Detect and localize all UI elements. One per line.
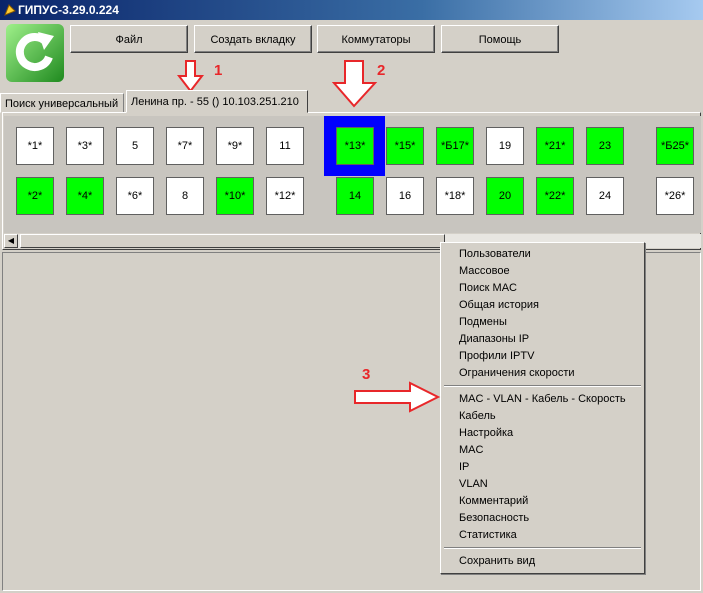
annotation-label-3: 3 [362, 366, 371, 383]
port-2[interactable]: *2* [16, 177, 54, 215]
menu-separator [444, 385, 641, 387]
port-б25[interactable]: *Б25* [656, 127, 694, 165]
menu-item[interactable]: MAC [459, 442, 483, 459]
menu-item[interactable]: Сохранить вид [459, 553, 535, 570]
menu-item[interactable]: Статистика [459, 527, 517, 544]
new-tab-button[interactable]: Создать вкладку [194, 25, 312, 53]
menu-item[interactable]: Пользователи [459, 246, 531, 263]
refresh-icon[interactable] [6, 24, 64, 82]
port-24[interactable]: 24 [586, 177, 624, 215]
help-button[interactable]: Помощь [441, 25, 559, 53]
port-12[interactable]: *12* [266, 177, 304, 215]
tab-switch[interactable]: Ленина пр. - 55 () 10.103.251.210 [126, 90, 308, 113]
file-button[interactable]: Файл [70, 25, 188, 53]
port-16[interactable]: 16 [386, 177, 424, 215]
port-15[interactable]: *15* [386, 127, 424, 165]
port-3[interactable]: *3* [66, 127, 104, 165]
port-1[interactable]: *1* [16, 127, 54, 165]
port-7[interactable]: *7* [166, 127, 204, 165]
port-8[interactable]: 8 [166, 177, 204, 215]
port-23[interactable]: 23 [586, 127, 624, 165]
tab-universal-search[interactable]: Поиск универсальный [0, 93, 124, 113]
port-5[interactable]: 5 [116, 127, 154, 165]
annotation-label-2: 2 [377, 62, 386, 79]
port-21[interactable]: *21* [536, 127, 574, 165]
scroll-left-icon[interactable]: ◀ [4, 234, 18, 248]
port-22[interactable]: *22* [536, 177, 574, 215]
menu-item[interactable]: Общая история [459, 297, 539, 314]
port-11[interactable]: 11 [266, 127, 304, 165]
menu-item[interactable]: Массовое [459, 263, 510, 280]
app-icon [4, 4, 16, 16]
port-26[interactable]: *26* [656, 177, 694, 215]
scroll-thumb[interactable] [20, 234, 445, 248]
menu-item[interactable]: VLAN [459, 476, 488, 493]
port-14[interactable]: 14 [336, 177, 374, 215]
annotation-arrow-3 [354, 381, 441, 413]
window-title: ГИПУС-3.29.0.224 [18, 3, 119, 17]
menu-item[interactable]: Настройка [459, 425, 513, 442]
menu-item[interactable]: Безопасность [459, 510, 529, 527]
annotation-arrow-2 [331, 60, 378, 108]
annotation-arrow-1 [176, 60, 205, 93]
menu-item[interactable]: MAC - VLAN - Кабель - Скорость [459, 391, 626, 408]
port-6[interactable]: *6* [116, 177, 154, 215]
menu-separator [444, 547, 641, 549]
port-10[interactable]: *10* [216, 177, 254, 215]
port-18[interactable]: *18* [436, 177, 474, 215]
port-20[interactable]: 20 [486, 177, 524, 215]
port-13[interactable]: *13* [336, 127, 374, 165]
menu-item[interactable]: Профили IPTV [459, 348, 534, 365]
annotation-label-1: 1 [214, 62, 223, 79]
switches-button[interactable]: Коммутаторы [317, 25, 435, 53]
menu-item[interactable]: Подмены [459, 314, 507, 331]
menu-item[interactable]: Ограничения скорости [459, 365, 575, 382]
menu-item[interactable]: Комментарий [459, 493, 528, 510]
port-9[interactable]: *9* [216, 127, 254, 165]
port-б17[interactable]: *Б17* [436, 127, 474, 165]
menu-item[interactable]: IP [459, 459, 469, 476]
port-4[interactable]: *4* [66, 177, 104, 215]
port-19[interactable]: 19 [486, 127, 524, 165]
title-bar: ГИПУС-3.29.0.224 [0, 0, 703, 20]
menu-item[interactable]: Диапазоны IP [459, 331, 529, 348]
menu-item[interactable]: Поиск MAC [459, 280, 517, 297]
menu-item[interactable]: Кабель [459, 408, 496, 425]
context-menu: Пользователи Массовое Поиск MAC Общая истор… [440, 242, 645, 574]
